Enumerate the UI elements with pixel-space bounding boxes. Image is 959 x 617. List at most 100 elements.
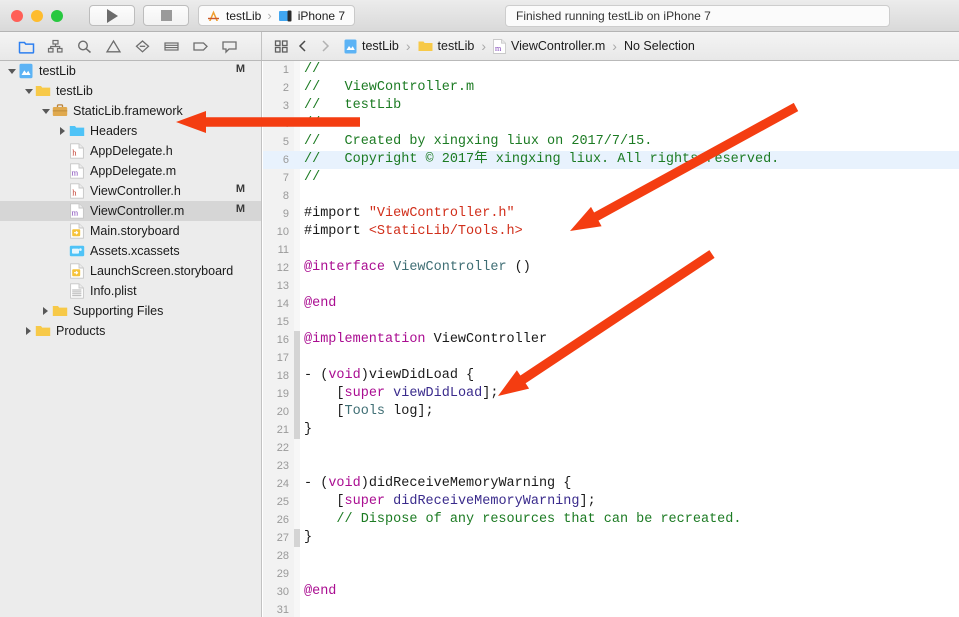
folder-icon (418, 41, 433, 51)
code-line[interactable]: 24 - (void)didReceiveMemoryWarning { (263, 475, 959, 493)
code-token: [ (304, 386, 345, 401)
line-number: 9 (282, 208, 289, 220)
framework-icon (52, 104, 68, 116)
code-line[interactable]: 20 [Tools log]; (263, 403, 959, 421)
code-token: - ( (304, 368, 329, 383)
code-line[interactable]: 25 [super didReceiveMemoryWarning]; (263, 493, 959, 511)
code-line[interactable]: 1 // (263, 61, 959, 79)
code-line[interactable]: 23 (263, 457, 959, 475)
breadcrumb-label-2: ViewController.m (511, 39, 606, 53)
code-line[interactable]: 6 // Copyright © 2017年 xingxing liux. All… (263, 151, 959, 169)
code-line[interactable]: 11 (263, 241, 959, 259)
code-token: ViewController (393, 260, 515, 275)
code-token: @interface (304, 260, 394, 275)
code-line[interactable]: 2 // ViewController.m (263, 79, 959, 97)
navigator-row-launchscreen-storyboard[interactable]: LaunchScreen.storyboard (0, 261, 261, 281)
breadcrumb-item-selection[interactable]: No Selection (624, 39, 695, 53)
disclosure-triangle-open-icon[interactable] (22, 88, 35, 94)
code-line[interactable]: 31 (263, 601, 959, 617)
source-control-navigator-icon[interactable] (41, 35, 70, 57)
code-line[interactable]: 14 @end (263, 295, 959, 313)
code-line[interactable]: 16 @implementation ViewController (263, 331, 959, 349)
line-number: 5 (282, 136, 289, 148)
scheme-selector[interactable]: testLib › iPhone 7 (198, 5, 356, 26)
navigator-row-viewcontroller-m[interactable]: m ViewController.m M (0, 201, 261, 221)
project-navigator-icon[interactable] (12, 35, 41, 57)
code-line[interactable]: 12 @interface ViewController () (263, 259, 959, 277)
breadcrumb-separator-icon: › (481, 38, 487, 54)
breadcrumb-item-group[interactable]: testLib (418, 39, 474, 53)
code-line[interactable]: 19 [super viewDidLoad]; (263, 385, 959, 403)
storyboard-icon (69, 223, 85, 239)
line-change-marker (294, 529, 300, 547)
navigator-row-products[interactable]: Products (0, 321, 261, 341)
code-line-text: - (void)didReceiveMemoryWarning { (304, 475, 571, 493)
line-number: 30 (276, 586, 289, 598)
navigator-row-headers[interactable]: Headers (0, 121, 261, 141)
code-line[interactable]: 9 #import "ViewController.h" (263, 205, 959, 223)
code-line[interactable]: 7 // (263, 169, 959, 187)
code-line[interactable]: 8 (263, 187, 959, 205)
code-line[interactable]: 29 (263, 565, 959, 583)
svg-text:m: m (72, 208, 79, 217)
navigator-row-viewcontroller-h[interactable]: h ViewController.h M (0, 181, 261, 201)
code-line[interactable]: 13 (263, 277, 959, 295)
back-button[interactable] (292, 39, 314, 53)
navigator-row-info-plist[interactable]: Info.plist (0, 281, 261, 301)
navigator-row-label: Info.plist (90, 284, 137, 298)
code-token: #import (304, 206, 369, 221)
code-line[interactable]: 3 // testLib (263, 97, 959, 115)
line-number: 13 (276, 280, 289, 292)
activity-status-bar: Finished running testLib on iPhone 7 (505, 5, 890, 27)
code-line[interactable]: 26 // Dispose of any resources that can … (263, 511, 959, 529)
disclosure-triangle-open-icon[interactable] (39, 108, 52, 114)
close-button[interactable] (11, 9, 23, 22)
navigator-row-staticlib-framework[interactable]: StaticLib.framework (0, 101, 261, 121)
code-line[interactable]: 4 // (263, 115, 959, 133)
disclosure-triangle-closed-icon[interactable] (22, 327, 35, 335)
folder-yellow-icon (52, 303, 68, 319)
debug-navigator-icon[interactable] (157, 35, 186, 57)
code-line[interactable]: 17 (263, 349, 959, 367)
forward-button[interactable] (314, 39, 336, 53)
related-items-icon[interactable] (270, 39, 292, 53)
code-line[interactable]: 5 // Created by xingxing liux on 2017/7/1… (263, 133, 959, 151)
navigator-row-label: AppDelegate.h (90, 144, 173, 158)
issue-navigator-icon[interactable] (99, 35, 128, 57)
code-token: <StaticLib/Tools.h> (368, 224, 523, 239)
breakpoint-navigator-icon[interactable] (186, 35, 215, 57)
symbol-navigator-icon[interactable] (70, 35, 99, 57)
run-button[interactable] (89, 5, 135, 26)
code-line[interactable]: 10 #import <StaticLib/Tools.h> (263, 223, 959, 241)
editor-breadcrumb-bar: testLib › testLib › m ViewController.m › (263, 32, 959, 60)
line-change-marker (294, 421, 300, 439)
source-editor[interactable]: 1 // 2 // ViewController.m 3 // testLib 4 // 5 //… (263, 61, 959, 617)
project-navigator[interactable]: testLib MtestLib StaticLib.framework Header… (0, 61, 262, 617)
navigator-row-appdelegate-h[interactable]: h AppDelegate.h (0, 141, 261, 161)
test-navigator-icon[interactable] (128, 35, 157, 57)
code-content[interactable]: 1 // 2 // ViewController.m 3 // testLib 4 // 5 //… (263, 61, 959, 617)
code-line[interactable]: 21} (263, 421, 959, 439)
code-line[interactable]: 28 (263, 547, 959, 565)
navigator-row-supporting-files[interactable]: Supporting Files (0, 301, 261, 321)
zoom-button[interactable] (51, 9, 63, 22)
code-line[interactable]: 30 @end (263, 583, 959, 601)
navigator-row-main-storyboard[interactable]: Main.storyboard (0, 221, 261, 241)
stop-button[interactable] (143, 5, 189, 26)
navigator-row-testlib[interactable]: testLib M (0, 61, 261, 81)
code-line[interactable]: 15 (263, 313, 959, 331)
navigator-row-testlib[interactable]: testLib (0, 81, 261, 101)
code-line[interactable]: 22 (263, 439, 959, 457)
code-line[interactable]: 27} (263, 529, 959, 547)
disclosure-triangle-open-icon[interactable] (5, 68, 18, 74)
code-line[interactable]: 18 - (void)viewDidLoad { (263, 367, 959, 385)
navigator-row-assets-xcassets[interactable]: Assets.xcassets (0, 241, 261, 261)
report-navigator-icon[interactable] (215, 35, 244, 57)
disclosure-triangle-closed-icon[interactable] (39, 307, 52, 315)
breadcrumb-item-project[interactable]: testLib (344, 39, 399, 54)
navigator-row-appdelegate-m[interactable]: m AppDelegate.m (0, 161, 261, 181)
header-file-icon: h (70, 183, 84, 199)
breadcrumb-item-file[interactable]: m ViewController.m (493, 38, 606, 54)
disclosure-triangle-closed-icon[interactable] (56, 127, 69, 135)
minimize-button[interactable] (31, 9, 43, 22)
